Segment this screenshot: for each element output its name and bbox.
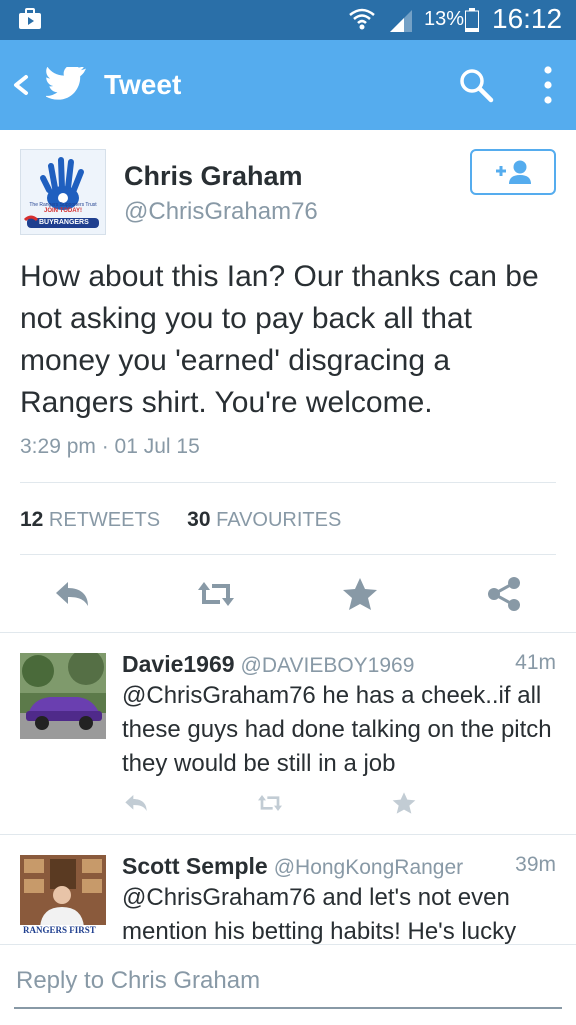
input-underline [14, 1007, 562, 1009]
reply-bar: Reply to Chris Graham [0, 944, 576, 1025]
divider [20, 482, 556, 483]
retweet-icon[interactable] [196, 576, 236, 612]
follow-button[interactable] [470, 149, 556, 195]
divider [0, 632, 576, 633]
reply-author-handle[interactable]: @DAVIEBOY1969 [241, 654, 415, 677]
divider [0, 834, 576, 835]
retweets-count[interactable]: 12 [20, 508, 43, 531]
favorite-icon[interactable] [390, 791, 418, 815]
briefcase-icon [19, 8, 41, 29]
retweets-label[interactable]: RETWEETS [49, 509, 160, 531]
tweet-stats: 12 RETWEETS 30 FAVOURITES [20, 508, 341, 532]
avatar-line-2: JOIN TODAY! [43, 208, 82, 214]
signal-icon [390, 10, 412, 32]
reply-author-handle[interactable]: @HongKongRanger [274, 856, 463, 879]
wifi-icon [349, 8, 375, 30]
reply-author[interactable]: Davie1969 @DAVIEBOY1969 [122, 651, 414, 678]
reply-time: 39m [515, 853, 556, 876]
battery-icon [465, 8, 479, 32]
share-icon[interactable] [484, 576, 524, 612]
favourites-count[interactable]: 30 [187, 508, 210, 531]
tweet-text: How about this Ian? Our thanks can be no… [20, 260, 539, 419]
author-name[interactable]: Chris Graham [124, 161, 303, 192]
reply-time: 41m [515, 651, 556, 674]
reply-input[interactable]: Reply to Chris Graham [16, 967, 260, 995]
battery-percent: 13% [424, 8, 465, 30]
avatar[interactable] [20, 653, 106, 739]
favorite-icon[interactable] [340, 576, 380, 612]
reply-author-name[interactable]: Scott Semple [122, 853, 268, 879]
clock: 16:12 [492, 3, 563, 34]
author-handle[interactable]: @ChrisGraham76 [124, 198, 318, 226]
divider [20, 554, 556, 555]
more-vert-icon[interactable] [540, 64, 556, 106]
app-bar: Tweet [0, 40, 576, 130]
retweet-icon[interactable] [256, 791, 284, 815]
reply-text: @ChrisGraham76 and let's not even mentio… [122, 884, 517, 945]
car-photo-icon [20, 653, 106, 739]
avatar[interactable]: RANGERS FIRST [20, 855, 106, 941]
status-bar: 13% 16:12 [0, 0, 576, 40]
avatar-caption: RANGERS FIRST [23, 925, 96, 935]
reply-text: @ChrisGraham76 he has a cheek..if all th… [122, 682, 552, 777]
tweet-timestamp: 3:29 pm · 01 Jul 15 [20, 435, 200, 458]
search-icon[interactable] [458, 67, 494, 103]
favourites-label[interactable]: FAVOURITES [216, 509, 341, 531]
avatar-line-3: BUYRANGERS [39, 219, 89, 226]
twitter-bird-icon [46, 67, 87, 100]
reply-author[interactable]: Scott Semple @HongKongRanger [122, 853, 463, 880]
reply-icon[interactable] [52, 576, 92, 612]
reply-author-name[interactable]: Davie1969 [122, 651, 235, 677]
page-title: Tweet [104, 69, 182, 100]
back-icon[interactable] [10, 69, 34, 101]
reply-icon[interactable] [122, 791, 150, 815]
add-user-icon [496, 160, 531, 184]
avatar[interactable]: The Rangers Supporters Trust JOIN TODAY!… [20, 149, 106, 235]
